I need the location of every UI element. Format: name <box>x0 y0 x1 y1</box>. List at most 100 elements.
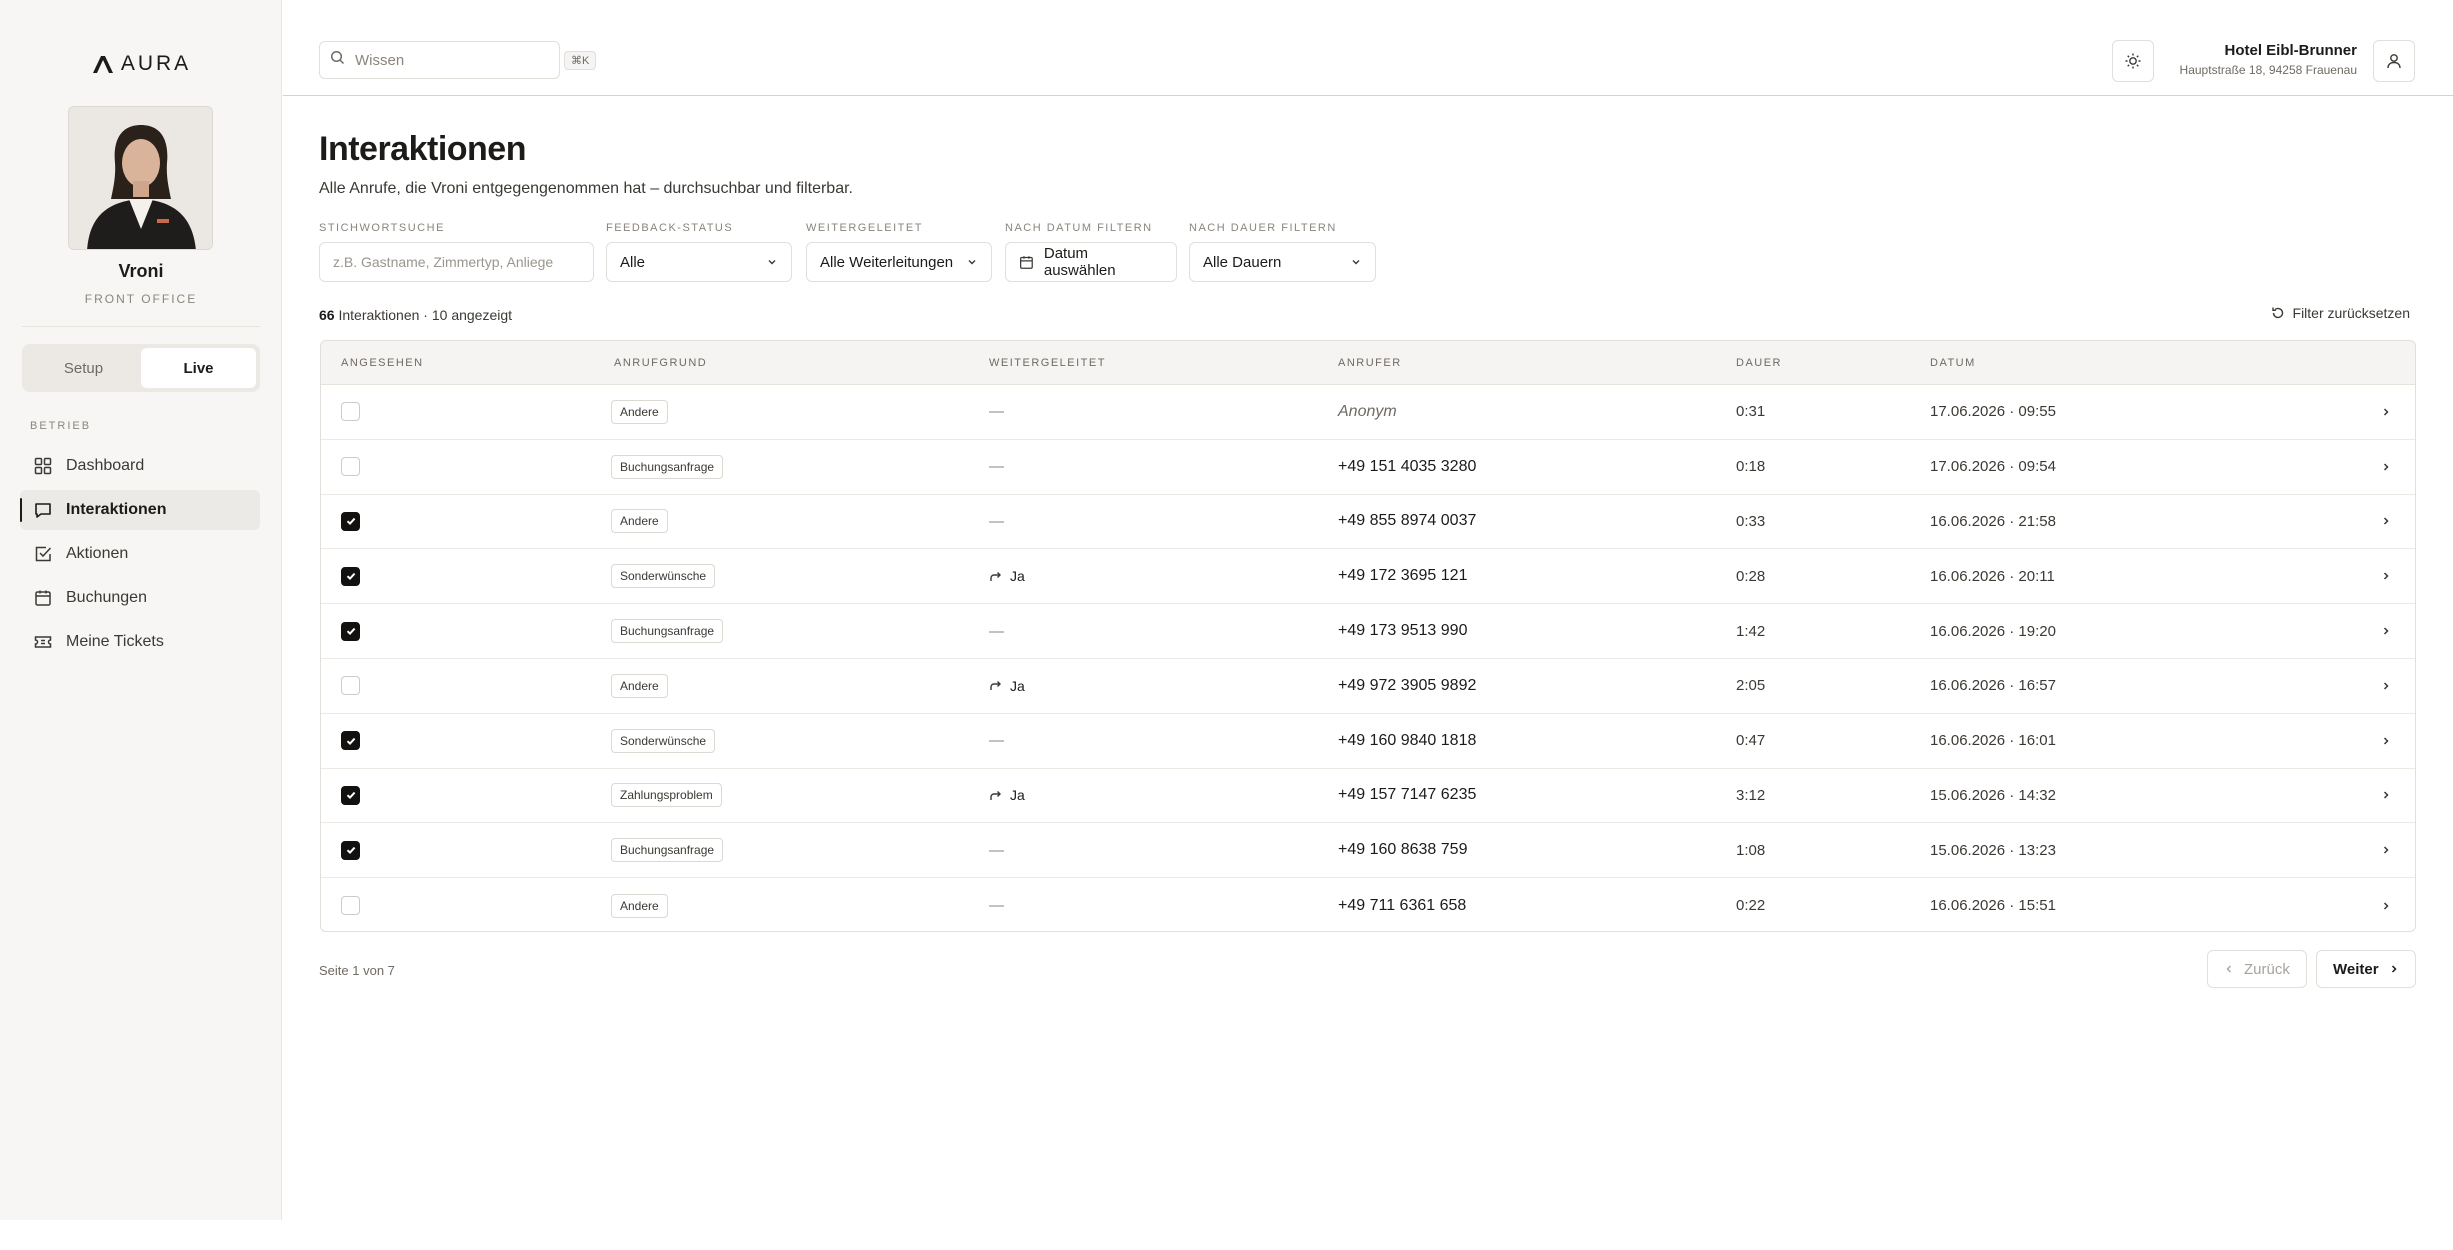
chevron-right-icon <box>2383 408 2389 416</box>
caller-value: +49 972 3905 9892 <box>1338 676 1477 694</box>
sidebar-item-buchungen[interactable]: Buchungen <box>20 578 260 618</box>
reason-tag: Buchungsanfrage <box>611 454 724 479</box>
duration-cell: 2:05 <box>1736 659 1765 713</box>
row-open-button[interactable] <box>2381 549 2391 603</box>
sidebar-item-aktionen[interactable]: Aktionen <box>20 534 260 574</box>
aura-logo-icon <box>92 56 113 73</box>
reason-tag: Zahlungsproblem <box>611 783 722 808</box>
row-open-button[interactable] <box>2381 714 2391 768</box>
duration-cell: 1:42 <box>1736 604 1765 658</box>
sidebar-item-interaktionen[interactable]: Interaktionen <box>20 490 260 530</box>
keyword-field[interactable] <box>319 242 594 282</box>
feedback-select[interactable]: Alle <box>606 242 792 282</box>
seen-cell <box>341 440 360 494</box>
checkmark-icon <box>346 847 355 855</box>
table-row[interactable]: Sonderwünsche Ja +49 172 3695 121 0:28 16.06… <box>321 549 2415 605</box>
search-shortcut-badge: ⌘K <box>564 50 597 70</box>
row-open-button[interactable] <box>2381 385 2391 439</box>
seen-checkbox[interactable] <box>341 785 360 805</box>
seen-checkbox[interactable] <box>341 621 360 641</box>
duration-cell: 1:08 <box>1736 823 1765 877</box>
reason-cell: Andere <box>611 878 668 931</box>
seen-checkbox[interactable] <box>341 457 360 477</box>
table-row[interactable]: Buchungsanfrage — +49 151 4035 3280 0:18 17.… <box>321 440 2415 495</box>
table-row[interactable]: Andere — Anonym 0:31 17.06.2026 · 09:55 <box>321 385 2415 440</box>
forwarded-value: — <box>989 512 1004 530</box>
row-open-button[interactable] <box>2381 440 2391 494</box>
reset-filters-button[interactable]: Filter zurücksetzen <box>2271 305 2410 321</box>
forwarded-cell: Ja <box>989 549 1025 603</box>
reason-tag: Andere <box>611 893 668 918</box>
filter-label: NACH DAUER FILTERN <box>1189 222 1337 234</box>
table-row[interactable]: Andere — +49 855 8974 0037 0:33 16.06.2026 ·… <box>321 495 2415 550</box>
filter-label: NACH DATUM FILTERN <box>1005 222 1153 234</box>
reason-cell: Andere <box>611 495 668 549</box>
seen-checkbox[interactable] <box>341 402 360 422</box>
table-row[interactable]: Andere Ja +49 972 3905 9892 2:05 16.06.2026 … <box>321 659 2415 714</box>
forwarded-cell: Ja <box>989 659 1025 713</box>
chevron-right-icon <box>2391 965 2397 973</box>
table-row[interactable]: Sonderwünsche — +49 160 9840 1818 0:47 16.06… <box>321 714 2415 769</box>
search-input[interactable] <box>355 51 554 69</box>
mode-live-button[interactable]: Live <box>141 348 256 388</box>
keyword-input[interactable] <box>333 254 580 270</box>
table-row[interactable]: Buchungsanfrage — +49 160 8638 759 1:08 15.0… <box>321 823 2415 879</box>
sidebar-item-meine-tickets[interactable]: Meine Tickets <box>20 622 260 662</box>
duration-value: 0:33 <box>1736 512 1766 530</box>
row-open-button[interactable] <box>2381 495 2391 549</box>
column-header-date[interactable]: DATUM <box>1930 357 1976 369</box>
date-cell: 16.06.2026 · 15:51 <box>1930 878 2056 931</box>
chevron-down-icon <box>968 260 976 265</box>
table-row[interactable]: Zahlungsproblem Ja +49 157 7147 6235 3:12 15… <box>321 769 2415 824</box>
row-open-button[interactable] <box>2381 878 2391 931</box>
column-header-forwarded[interactable]: WEITERGELEITET <box>989 357 1106 369</box>
seen-checkbox[interactable] <box>341 511 360 531</box>
sun-icon <box>2125 53 2141 69</box>
column-header-reason[interactable]: ANRUFGRUND <box>614 357 707 369</box>
caller-cell: +49 855 8974 0037 <box>1338 495 1476 549</box>
seen-checkbox[interactable] <box>341 840 360 860</box>
date-cell: 16.06.2026 · 21:58 <box>1930 495 2056 549</box>
forward-arrow-icon <box>990 571 1001 581</box>
mode-setup-button[interactable]: Setup <box>26 348 141 388</box>
sidebar-item-dashboard[interactable]: Dashboard <box>20 446 260 486</box>
chevron-right-icon <box>2383 627 2389 635</box>
seen-checkbox[interactable] <box>341 676 360 696</box>
forwarded-value: — <box>989 458 1004 476</box>
forwarded-cell: — <box>989 495 1004 549</box>
date-picker-button[interactable]: Datum auswählen <box>1005 242 1177 282</box>
duration-cell: 0:22 <box>1736 878 1765 931</box>
next-page-button[interactable]: Weiter <box>2316 950 2416 988</box>
row-open-button[interactable] <box>2381 659 2391 713</box>
row-open-button[interactable] <box>2381 769 2391 823</box>
caller-value: +49 160 8638 759 <box>1338 841 1468 859</box>
seen-checkbox[interactable] <box>341 566 360 586</box>
row-open-button[interactable] <box>2381 823 2391 877</box>
search-bar[interactable]: ⌘K <box>319 41 597 79</box>
pagination-info: Seite 1 von 7 <box>319 963 395 978</box>
seen-checkbox[interactable] <box>341 896 360 916</box>
table-row[interactable]: Buchungsanfrage — +49 173 9513 990 1:42 16.0… <box>321 604 2415 659</box>
caller-value: +49 173 9513 990 <box>1338 622 1468 640</box>
seen-cell <box>341 769 360 823</box>
forwarded-value: Ja <box>1010 568 1025 585</box>
date-value: 16.06.2026 · 16:57 <box>1930 677 2056 695</box>
seen-checkbox[interactable] <box>341 731 360 751</box>
table-row[interactable]: Andere — +49 711 6361 658 0:22 16.06.2026 · … <box>321 878 2415 931</box>
column-header-seen[interactable]: ANGESEHEN <box>341 357 424 369</box>
logo[interactable]: AURA <box>0 52 282 76</box>
prev-page-button[interactable]: Zurück <box>2207 950 2307 988</box>
search-icon <box>330 50 345 70</box>
row-open-button[interactable] <box>2381 604 2391 658</box>
user-menu-button[interactable] <box>2373 40 2415 82</box>
filter-label: WEITERGELEITET <box>806 222 923 234</box>
reason-tag: Sonderwünsche <box>611 564 716 589</box>
column-header-caller[interactable]: ANRUFER <box>1338 357 1402 369</box>
column-header-duration[interactable]: DAUER <box>1736 357 1782 369</box>
theme-toggle-button[interactable] <box>2112 40 2154 82</box>
duration-select[interactable]: Alle Dauern <box>1189 242 1376 282</box>
reason-tag: Andere <box>611 509 668 534</box>
forwarded-value: — <box>989 897 1004 915</box>
table-body: Andere — Anonym 0:31 17.06.2026 · 09:55 Buchu… <box>321 385 2415 931</box>
forwarded-select[interactable]: Alle Weiterleitungen <box>806 242 992 282</box>
